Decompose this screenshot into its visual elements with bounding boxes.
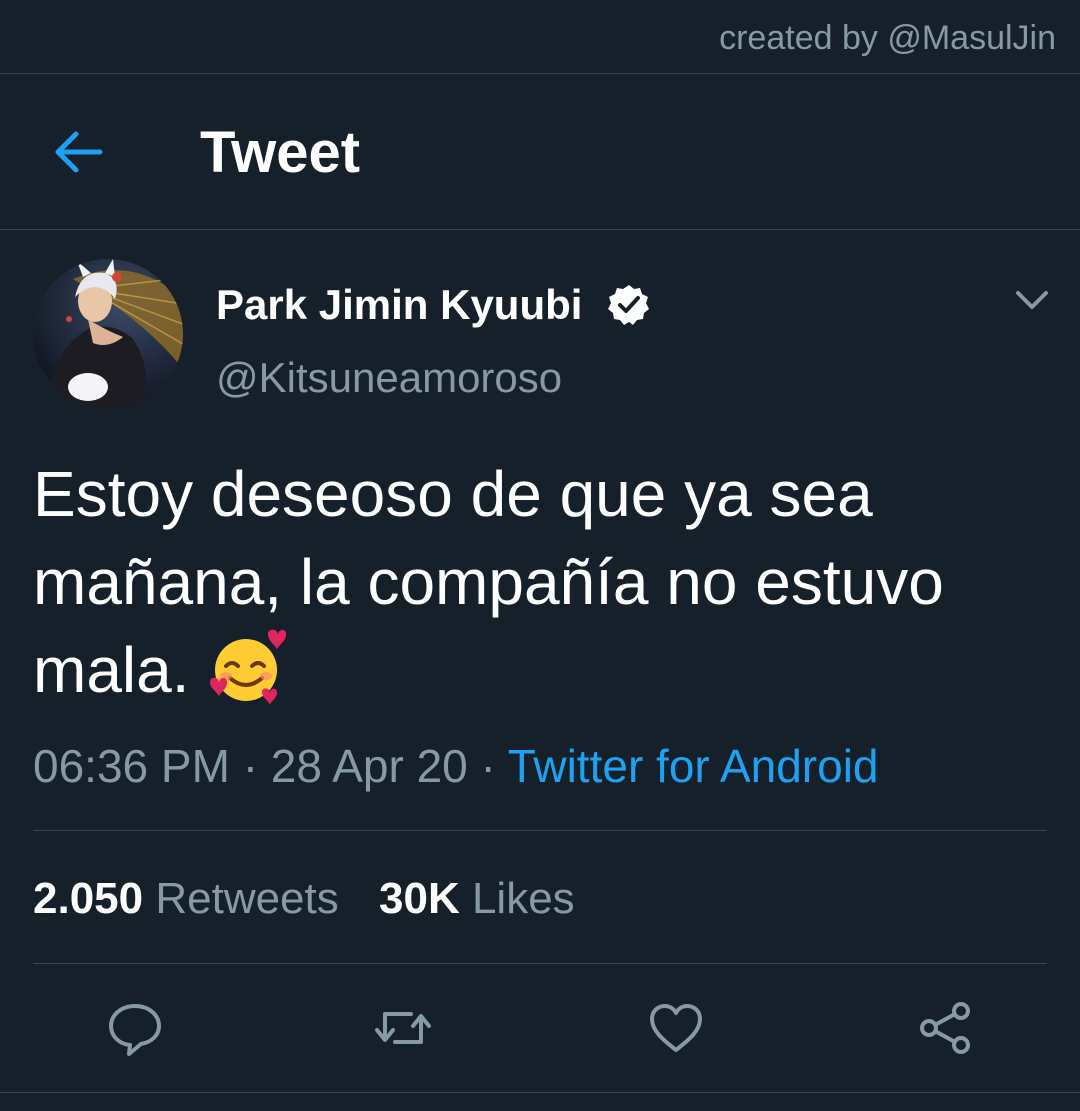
avatar[interactable] [33, 259, 183, 409]
meta-separator-2: · [480, 740, 496, 792]
share-icon [920, 1002, 970, 1054]
arrow-left-icon [55, 131, 103, 173]
tweet-time: 06:36 PM [33, 740, 230, 792]
divider [33, 963, 1047, 964]
like-button[interactable] [646, 998, 706, 1058]
header: Tweet [0, 74, 1080, 230]
avatar-image [33, 259, 183, 409]
more-options-button[interactable] [1014, 287, 1050, 313]
chevron-down-icon [1016, 291, 1048, 309]
tweet-text: Estoy deseoso de que ya sea mañana, la c… [33, 450, 1053, 714]
share-button[interactable] [915, 998, 975, 1058]
divider [33, 830, 1047, 831]
retweet-button[interactable] [373, 998, 433, 1058]
retweets-count: 2.050 [33, 874, 144, 923]
reply-button[interactable] [105, 998, 165, 1058]
reply-icon [109, 1004, 161, 1056]
retweets-label: Retweets [155, 874, 339, 923]
retweet-icon [375, 1012, 431, 1044]
meta-separator: · [242, 740, 259, 792]
back-button[interactable] [50, 129, 104, 175]
credit-bar: created by @MasulJin [0, 0, 1080, 74]
retweets-stat[interactable]: 2.050 Retweets [33, 872, 339, 926]
like-icon [650, 1004, 702, 1052]
credit-text: created by @MasulJin [719, 19, 1056, 57]
user-handle[interactable]: @Kitsuneamoroso [216, 352, 562, 404]
page-title: Tweet [200, 120, 361, 185]
tweet-source-link[interactable]: Twitter for Android [508, 740, 879, 792]
tweet-meta: 06:36 PM · 28 Apr 20 · Twitter for Andro… [33, 738, 879, 794]
likes-label: Likes [471, 874, 575, 923]
tweet-text-content: Estoy deseoso de que ya sea mañana, la c… [33, 458, 944, 706]
display-name[interactable]: Park Jimin Kyuubi [216, 279, 582, 331]
likes-stat[interactable]: 30K Likes [379, 872, 575, 926]
verified-badge-icon [608, 285, 649, 325]
likes-count: 30K [379, 874, 460, 923]
bottom-divider [0, 1092, 1080, 1093]
smiling-face-with-hearts-icon [209, 629, 286, 705]
tweet-stats: 2.050 Retweets 30K Likes [33, 872, 575, 926]
tweet-date: 28 Apr 20 [270, 740, 468, 792]
